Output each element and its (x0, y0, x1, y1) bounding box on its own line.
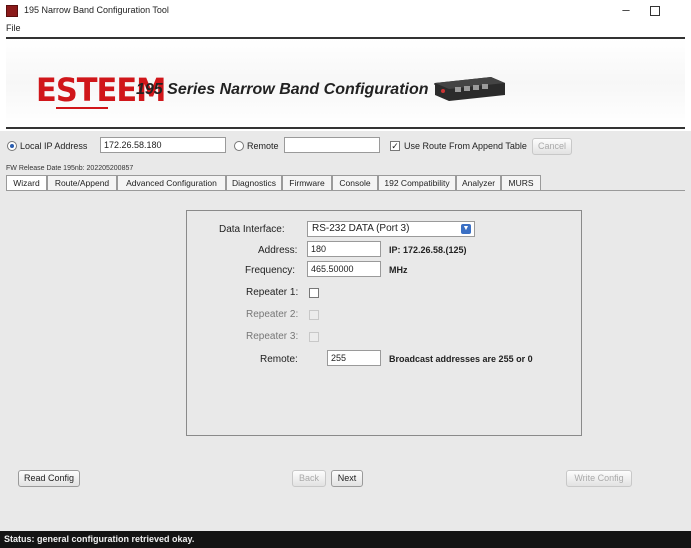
window-title: 195 Narrow Band Configuration Tool (24, 5, 169, 15)
remote-label: Remote (247, 141, 279, 151)
menu-file[interactable]: File (6, 23, 21, 33)
tab-analyzer[interactable]: Analyzer (456, 175, 501, 190)
cancel-button[interactable]: Cancel (532, 138, 572, 155)
remote-input[interactable] (284, 137, 380, 153)
frequency-input[interactable]: 465.50000 (307, 261, 381, 277)
remote-address-label: Remote: (260, 354, 298, 365)
tab-diagnostics[interactable]: Diagnostics (226, 175, 282, 190)
tab-murs[interactable]: MURS (501, 175, 541, 190)
repeater-2-checkbox[interactable] (309, 310, 319, 320)
app-window: 195 Narrow Band Configuration Tool – Fil… (0, 0, 691, 548)
maximize-button[interactable] (650, 6, 660, 16)
frequency-unit: MHz (389, 265, 408, 275)
local-ip-input[interactable]: 172.26.58.180 (100, 137, 226, 153)
read-config-button[interactable]: Read Config (18, 470, 80, 487)
minimize-button[interactable]: – (616, 2, 636, 20)
use-route-checkbox[interactable]: ✓ (390, 141, 400, 151)
status-text: Status: general configuration retrieved … (4, 534, 195, 544)
write-config-button[interactable]: Write Config (566, 470, 632, 487)
repeater-2-label: Repeater 2: (246, 309, 299, 320)
tab-panel-border (6, 190, 685, 191)
fw-release-date: FW Release Date 195nb: 202205200857 (6, 165, 134, 172)
local-ip-label: Local IP Address (20, 141, 88, 151)
address-label: Address: (258, 245, 298, 256)
data-interface-label: Data Interface: (219, 224, 285, 235)
connection-row: Local IP Address 172.26.58.180 Remote ✓ … (0, 136, 691, 156)
main-panel: Local IP Address 172.26.58.180 Remote ✓ … (0, 131, 691, 548)
use-route-label: Use Route From Append Table (404, 141, 527, 151)
repeater-1-checkbox[interactable] (309, 288, 319, 298)
data-interface-select[interactable]: RS-232 DATA (Port 3) ▼ (307, 221, 475, 237)
repeater-1-label: Repeater 1: (246, 287, 299, 298)
wizard-group: Data Interface: RS-232 DATA (Port 3) ▼ A… (186, 210, 582, 436)
next-button[interactable]: Next (331, 470, 363, 487)
broadcast-info: Broadcast addresses are 255 or 0 (389, 354, 533, 364)
data-interface-value: RS-232 DATA (Port 3) (312, 223, 410, 234)
remote-address-input[interactable]: 255 (327, 350, 381, 366)
repeater-3-checkbox[interactable] (309, 332, 319, 342)
repeater-3-label: Repeater 3: (246, 331, 299, 342)
local-ip-radio[interactable] (7, 141, 17, 151)
status-bar: Status: general configuration retrieved … (0, 531, 691, 548)
tab-advanced-configuration[interactable]: Advanced Configuration (117, 175, 226, 190)
remote-radio[interactable] (234, 141, 244, 151)
checkmark-icon: ✓ (391, 141, 399, 151)
address-input[interactable]: 180 (307, 241, 381, 257)
chevron-down-icon: ▼ (461, 224, 471, 234)
radio-device-image (435, 77, 505, 101)
tab-firmware[interactable]: Firmware (282, 175, 332, 190)
logo-underline (56, 107, 108, 109)
banner-title: 195 Series Narrow Band Configuration Too… (136, 81, 467, 98)
frequency-label: Frequency: (245, 265, 296, 276)
tab-192-compatibility[interactable]: 192 Compatibility (378, 175, 456, 190)
tab-console[interactable]: Console (332, 175, 378, 190)
banner: ESTEEM 195 Series Narrow Band Configurat… (6, 37, 685, 129)
tab-wizard[interactable]: Wizard (6, 175, 47, 191)
ip-info: IP: 172.26.58.(125) (389, 245, 467, 255)
title-bar: 195 Narrow Band Configuration Tool – (0, 0, 691, 22)
app-icon (6, 5, 18, 17)
menu-bar: File (0, 22, 691, 36)
tab-route-append[interactable]: Route/Append (47, 175, 117, 190)
back-button[interactable]: Back (292, 470, 326, 487)
